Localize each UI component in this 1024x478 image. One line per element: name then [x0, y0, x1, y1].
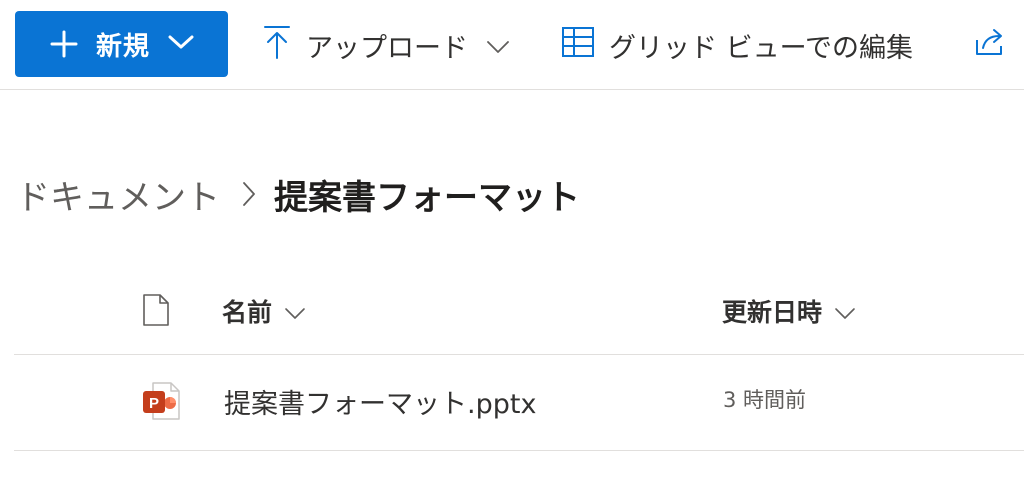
- column-header-name[interactable]: 名前: [222, 293, 306, 329]
- document-icon[interactable]: [142, 293, 170, 331]
- upload-button[interactable]: アップロード: [262, 20, 510, 70]
- chevron-down-icon: [284, 297, 306, 326]
- breadcrumb-documents-link[interactable]: ドキュメント: [16, 170, 220, 219]
- file-name-link[interactable]: 提案書フォーマット.pptx: [224, 382, 536, 421]
- grid-table-icon: [561, 26, 595, 65]
- new-button[interactable]: 新規: [15, 11, 228, 77]
- list-item[interactable]: P 提案書フォーマット.pptx 3 時間前: [14, 356, 1024, 451]
- column-header-name-label: 名前: [222, 298, 273, 327]
- chevron-down-icon[interactable]: [486, 30, 510, 61]
- svg-text:P: P: [149, 395, 159, 412]
- breadcrumb: ドキュメント 提案書フォーマット: [16, 164, 580, 224]
- powerpoint-file-icon: P: [141, 381, 181, 425]
- chevron-down-icon: [834, 297, 856, 326]
- new-button-label: 新規: [96, 31, 151, 62]
- grid-view-label: グリッド ビューでの編集: [609, 32, 913, 64]
- page-title: 提案書フォーマット: [274, 177, 580, 218]
- plus-icon: [50, 30, 78, 58]
- share-icon: [973, 26, 1007, 65]
- upload-label: アップロード: [306, 32, 468, 64]
- file-modified-time: 3 時間前: [723, 388, 807, 412]
- command-bar: 新規 アップロード グリッド ビューでの編集: [0, 0, 1024, 90]
- chevron-down-icon: [168, 34, 194, 54]
- chevron-right-icon: [242, 181, 256, 207]
- share-button[interactable]: [973, 20, 1007, 70]
- upload-arrow-icon: [262, 24, 292, 67]
- list-header: 名前 更新日時: [14, 283, 1024, 355]
- edit-in-grid-view-button[interactable]: グリッド ビューでの編集: [561, 20, 913, 70]
- column-header-modified[interactable]: 更新日時: [722, 293, 856, 329]
- column-header-modified-label: 更新日時: [722, 298, 823, 327]
